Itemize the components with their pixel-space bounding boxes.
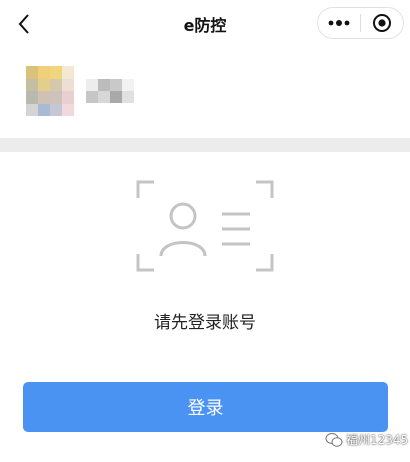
avatar-mosaic-cell bbox=[38, 66, 50, 79]
avatar-mosaic-cell bbox=[62, 91, 74, 104]
empty-state: 请先登录账号 登录 bbox=[0, 152, 410, 462]
capsule-menu bbox=[317, 7, 404, 39]
avatar-mosaic-cell bbox=[26, 91, 38, 104]
user-profile bbox=[0, 48, 410, 138]
name-mosaic-cell bbox=[122, 79, 134, 91]
wechat-icon bbox=[325, 432, 343, 447]
watermark-text: 福州12345 bbox=[346, 433, 409, 447]
id-card-scan-icon bbox=[136, 180, 274, 272]
avatar-mosaic-cell bbox=[26, 66, 38, 79]
user-name-redacted bbox=[86, 79, 134, 103]
more-dots-icon bbox=[328, 20, 350, 26]
avatar-mosaic-cell bbox=[50, 78, 62, 91]
avatar-mosaic-cell bbox=[50, 103, 62, 116]
avatar-mosaic-cell bbox=[50, 66, 62, 79]
avatar-mosaic-cell bbox=[38, 78, 50, 91]
login-button[interactable]: 登录 bbox=[23, 382, 388, 432]
navbar: e防控 bbox=[0, 0, 410, 48]
avatar-mosaic-cell bbox=[50, 91, 62, 104]
name-mosaic-cell bbox=[98, 79, 110, 91]
avatar-mosaic-cell bbox=[62, 66, 74, 79]
login-prompt-text: 请先登录账号 bbox=[154, 313, 256, 333]
close-button[interactable] bbox=[361, 8, 403, 38]
avatar-mosaic-cell bbox=[38, 91, 50, 104]
target-circle-icon bbox=[373, 14, 391, 32]
more-button[interactable] bbox=[318, 8, 360, 38]
avatar-mosaic-cell bbox=[62, 78, 74, 91]
name-mosaic-cell bbox=[86, 79, 98, 91]
section-divider bbox=[0, 138, 410, 152]
name-mosaic-cell bbox=[110, 79, 122, 91]
watermark: 福州12345 bbox=[325, 431, 408, 448]
avatar-mosaic-cell bbox=[26, 103, 38, 116]
avatar-mosaic-cell bbox=[26, 78, 38, 91]
avatar-mosaic-cell bbox=[38, 103, 50, 116]
avatar bbox=[26, 66, 74, 116]
name-mosaic-cell bbox=[110, 91, 122, 103]
name-mosaic-cell bbox=[98, 91, 110, 103]
name-mosaic-cell bbox=[122, 91, 134, 103]
name-mosaic-cell bbox=[86, 91, 98, 103]
avatar-mosaic-cell bbox=[62, 103, 74, 116]
